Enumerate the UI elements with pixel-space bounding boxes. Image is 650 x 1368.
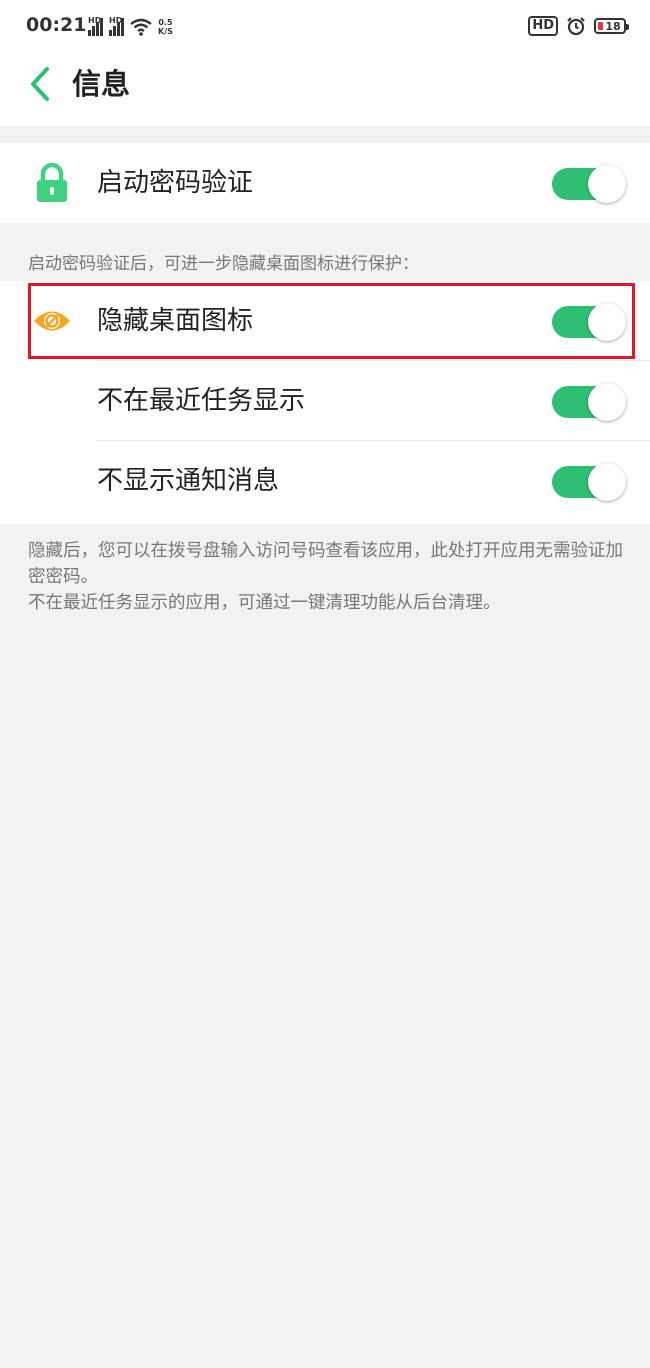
toggle-knob [588, 383, 626, 421]
status-bar: 00:21 HD HD 0.5 K/S HD 18 [0, 0, 650, 54]
footer-note: 隐藏后，您可以在拨号盘输入访问号码查看该应用，此处打开应用无需验证加密密码。 不… [28, 538, 628, 616]
status-time: 00:21 [26, 14, 87, 36]
wifi-icon [130, 18, 152, 36]
lock-icon [30, 161, 74, 205]
hide-desktop-icon-toggle[interactable] [552, 303, 626, 341]
footer-note-line1: 隐藏后，您可以在拨号盘输入访问号码查看该应用，此处打开应用无需验证加密密码。 [28, 541, 623, 587]
hide-notifications-row[interactable]: 不显示通知消息 [0, 441, 650, 521]
hide-notifications-toggle[interactable] [552, 463, 626, 501]
password-verify-row[interactable]: 启动密码验证 [0, 143, 650, 223]
toggle-knob [588, 165, 626, 203]
status-icons-right: HD 18 [528, 14, 629, 38]
cellular-signal-2-icon: HD [109, 16, 124, 36]
hide-desktop-icon-row[interactable]: 隐藏桌面图标 [0, 281, 650, 361]
status-icons-left: HD HD 0.5 K/S [88, 14, 173, 36]
app-header: 信息 [0, 54, 650, 126]
alarm-icon [567, 17, 585, 36]
footer-note-line2: 不在最近任务显示的应用，可通过一键清理功能从后台清理。 [28, 593, 501, 613]
hide-desktop-icon-label: 隐藏桌面图标 [97, 306, 254, 336]
password-verify-toggle[interactable] [552, 165, 626, 203]
page-title: 信息 [72, 67, 131, 101]
cellular-signal-1-icon: HD [88, 16, 103, 36]
chevron-left-icon [31, 67, 49, 101]
hide-recent-tasks-row[interactable]: 不在最近任务显示 [0, 361, 650, 441]
hide-notifications-label: 不显示通知消息 [97, 466, 280, 496]
hide-recent-tasks-toggle[interactable] [552, 383, 626, 421]
network-speed: 0.5 K/S [158, 18, 173, 36]
toggle-knob [588, 463, 626, 501]
options-card: 隐藏桌面图标 不在最近任务显示 不显示通知消息 [0, 281, 650, 524]
password-verify-label: 启动密码验证 [97, 168, 254, 198]
hd-voice-icon: HD [528, 16, 558, 36]
battery-icon: 18 [594, 18, 629, 34]
hidden-eye-icon [30, 299, 74, 343]
toggle-knob [588, 303, 626, 341]
back-button[interactable] [20, 64, 60, 104]
section-note: 启动密码验证后，可进一步隐藏桌面图标进行保护： [28, 254, 419, 274]
password-card: 启动密码验证 [0, 143, 650, 223]
battery-level: 18 [605, 19, 621, 33]
hide-recent-tasks-label: 不在最近任务显示 [97, 386, 306, 416]
